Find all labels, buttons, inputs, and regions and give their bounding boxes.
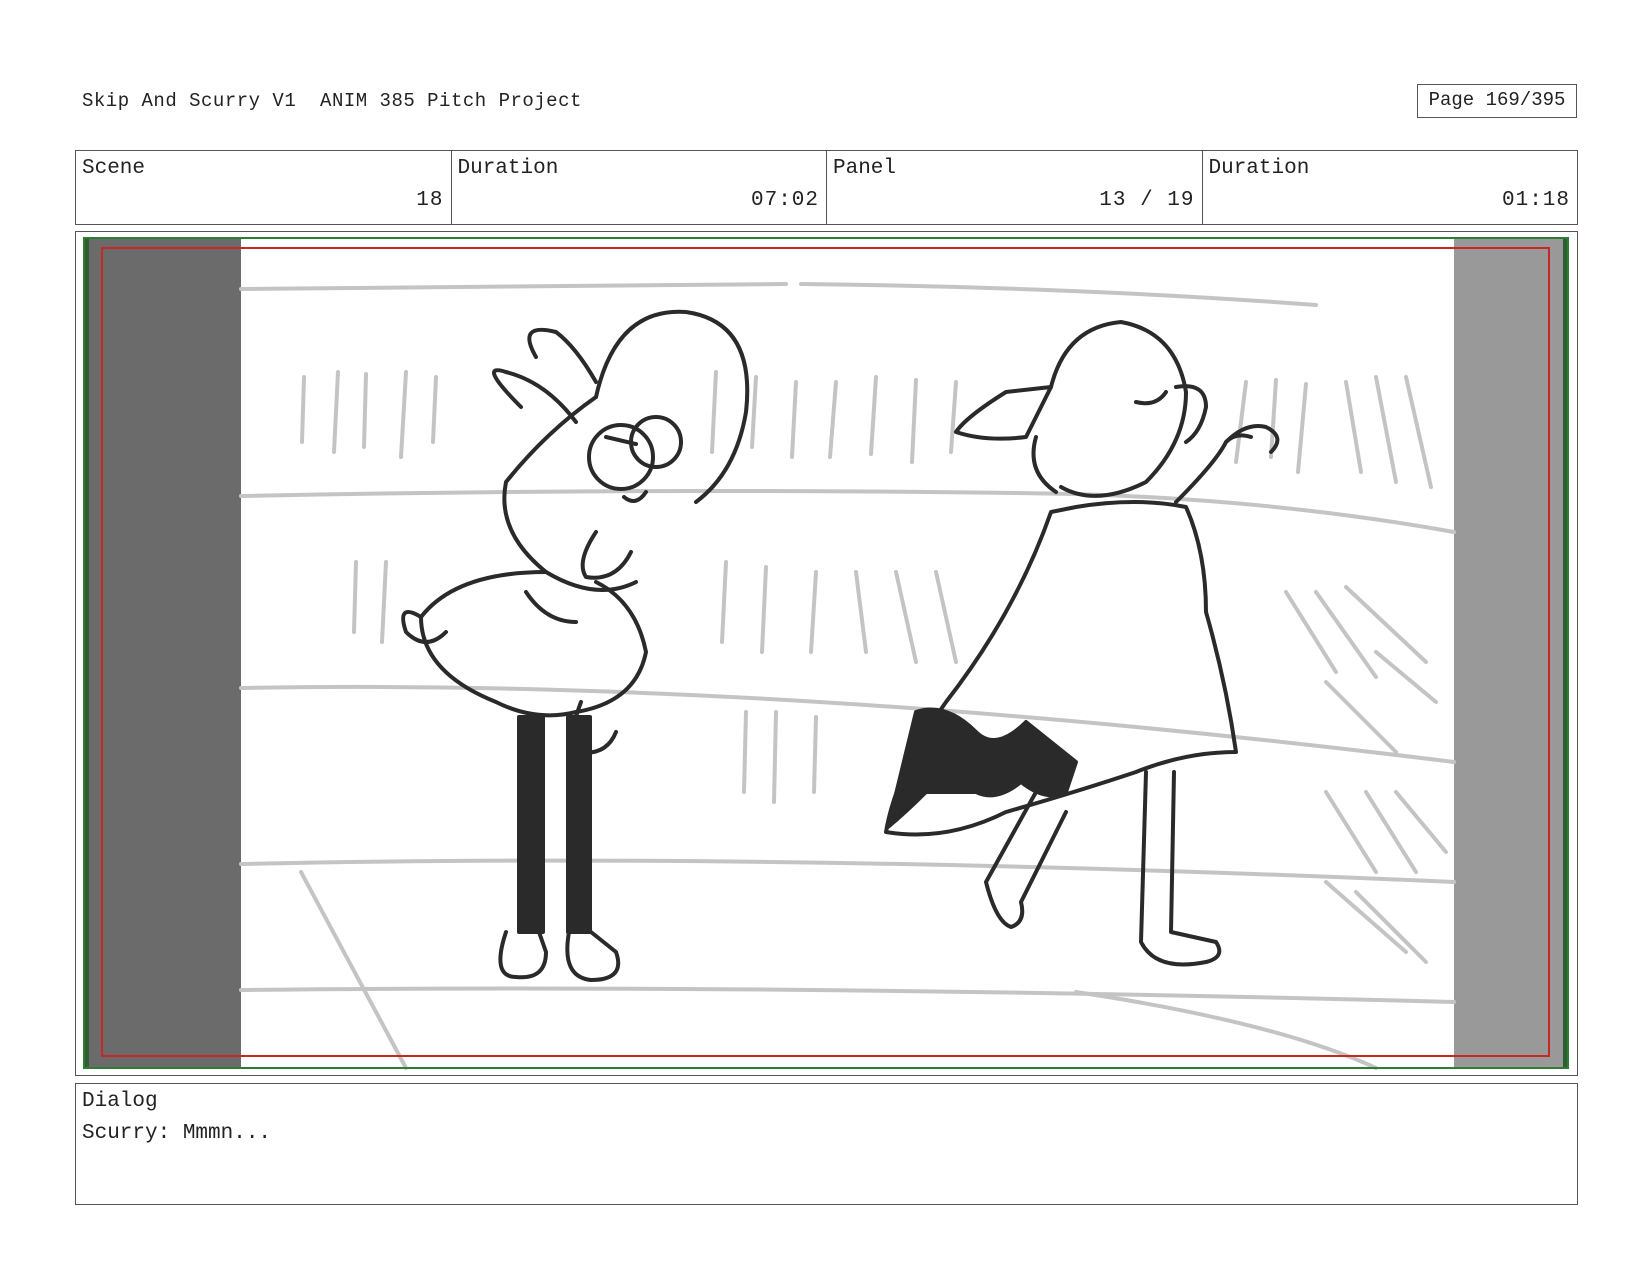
scene-value: 18 (416, 189, 444, 212)
panel-label: Panel (833, 157, 897, 180)
dialog-box: Dialog Scurry: Mmmn... (75, 1083, 1578, 1205)
safe-frame-green (83, 237, 1569, 1069)
safe-frame-red (101, 247, 1550, 1057)
panel-cell: Panel 13 / 19 (827, 151, 1203, 224)
scene-duration-label: Duration (457, 157, 559, 180)
dialog-text: Scurry: Mmmn... (82, 1122, 272, 1145)
left-letterbox-bar (84, 238, 241, 1068)
scene-label: Scene (82, 157, 146, 180)
page-number: Page 169/395 (1417, 84, 1577, 118)
background-sketch (239, 282, 1456, 1070)
document-title: Skip And Scurry V1 ANIM 385 Pitch Projec… (82, 90, 582, 112)
dialog-label: Dialog (82, 1090, 158, 1113)
panel-duration-label: Duration (1208, 157, 1310, 180)
scene-duration-cell: Duration 07:02 (452, 151, 827, 224)
panel-duration-cell: Duration 01:18 (1203, 151, 1578, 224)
panel-value: 13 / 19 (1099, 189, 1195, 212)
right-letterbox-bar (1454, 238, 1568, 1068)
storyboard-panel (75, 231, 1578, 1076)
scene-duration-value: 07:02 (750, 189, 819, 212)
panel-duration-value: 01:18 (1501, 189, 1570, 212)
scene-cell: Scene 18 (76, 151, 452, 224)
storyboard-sketch (83, 237, 1569, 1070)
character-scurry (401, 309, 750, 982)
info-table: Scene 18 Duration 07:02 Panel 13 / 19 Du… (75, 150, 1578, 225)
